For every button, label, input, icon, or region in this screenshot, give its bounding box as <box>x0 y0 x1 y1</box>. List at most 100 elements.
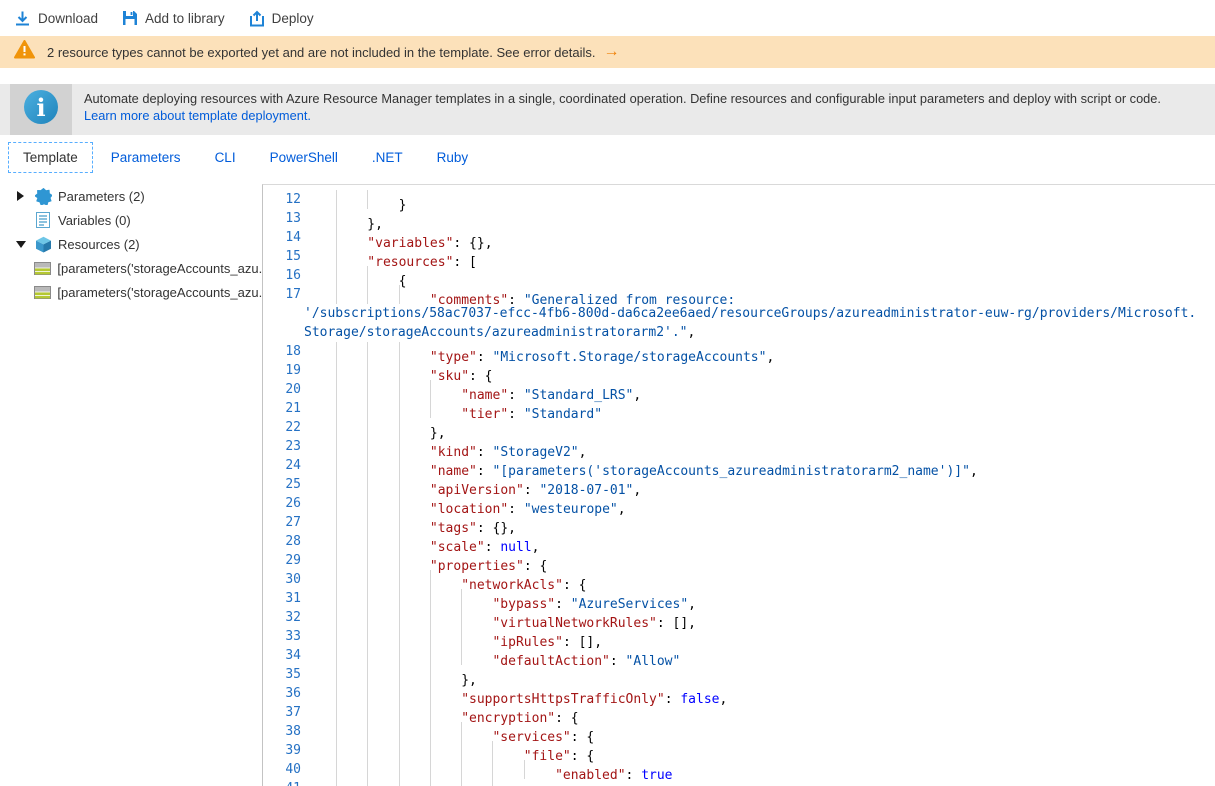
indent-guide <box>430 741 461 760</box>
code-line[interactable]: 16{ <box>263 266 1215 285</box>
code-line[interactable]: 34"defaultAction": "Allow" <box>263 646 1215 665</box>
code-text[interactable]: "file": { <box>311 741 594 760</box>
code-text[interactable]: "enabled": true <box>311 760 673 779</box>
code-line[interactable]: 21"tier": "Standard" <box>263 399 1215 418</box>
tab-dotnet[interactable]: .NET <box>370 143 405 172</box>
code-line[interactable]: 29"properties": { <box>263 551 1215 570</box>
tab-ruby[interactable]: Ruby <box>435 143 471 172</box>
code-line[interactable]: 18"type": "Microsoft.Storage/storageAcco… <box>263 342 1215 361</box>
code-text[interactable]: }, <box>311 665 477 684</box>
code-line[interactable]: 28"scale": null, <box>263 532 1215 551</box>
code-text[interactable]: "type": "Microsoft.Storage/storageAccoun… <box>311 342 774 361</box>
code-line[interactable]: 35}, <box>263 665 1215 684</box>
code-text[interactable]: "ipRules": [], <box>311 627 602 646</box>
code-text[interactable]: Storage/storageAccounts/azureadministrat… <box>279 323 695 342</box>
indent-guide <box>399 760 430 779</box>
code-text[interactable]: "name": "[parameters('storageAccounts_az… <box>311 456 978 475</box>
deploy-button[interactable]: Deploy <box>249 10 314 27</box>
code-line[interactable]: 37"encryption": { <box>263 703 1215 722</box>
indent-guide <box>336 608 367 627</box>
chevron-right-icon[interactable] <box>16 191 30 201</box>
code-line[interactable]: 38"services": { <box>263 722 1215 741</box>
indent-guide <box>367 646 398 665</box>
indent-guide <box>430 608 461 627</box>
code-line[interactable]: 24"name": "[parameters('storageAccounts_… <box>263 456 1215 475</box>
code-line[interactable]: 30"networkAcls": { <box>263 570 1215 589</box>
tree-item-parameters[interactable]: Parameters (2) <box>0 184 262 208</box>
tree-item-variables[interactable]: Variables (0) <box>0 208 262 232</box>
code-line[interactable]: 14"variables": {}, <box>263 228 1215 247</box>
indent-guide <box>367 684 398 703</box>
code-line[interactable]: 33"ipRules": [], <box>263 627 1215 646</box>
line-number: 27 <box>263 513 311 532</box>
code-text[interactable]: "scale": null, <box>311 532 539 551</box>
code-wrap-line[interactable]: Storage/storageAccounts/azureadministrat… <box>263 323 1215 342</box>
code-text[interactable]: "variables": {}, <box>311 228 493 247</box>
code-text[interactable]: } <box>311 190 406 209</box>
code-text[interactable]: "resources": [ <box>311 247 477 266</box>
code-line[interactable]: 23"kind": "StorageV2", <box>263 437 1215 456</box>
code-text[interactable]: "kind": "StorageV2", <box>311 437 586 456</box>
code-text[interactable]: "sku": { <box>311 361 493 380</box>
tree-item-storage-account-1[interactable]: [parameters('storageAccounts_azu... <box>0 256 262 280</box>
code-line[interactable]: 15"resources": [ <box>263 247 1215 266</box>
code-line[interactable]: 40"enabled": true <box>263 760 1215 779</box>
indent-guide <box>367 399 398 418</box>
code-text[interactable]: "name": "Standard_LRS", <box>311 380 641 399</box>
code-line[interactable]: 17"comments": "Generalized from resource… <box>263 285 1215 304</box>
code-text[interactable]: } <box>311 779 532 786</box>
code-text[interactable]: "tags": {}, <box>311 513 516 532</box>
code-line[interactable]: 12} <box>263 190 1215 209</box>
code-text[interactable]: "supportsHttpsTrafficOnly": false, <box>311 684 727 703</box>
tab-powershell[interactable]: PowerShell <box>268 143 340 172</box>
code-text[interactable]: "bypass": "AzureServices", <box>311 589 696 608</box>
code-line[interactable]: 39"file": { <box>263 741 1215 760</box>
code-text[interactable]: }, <box>311 209 383 228</box>
code-text[interactable]: "properties": { <box>311 551 547 570</box>
indent-guide <box>336 760 367 779</box>
code-text[interactable]: "tier": "Standard" <box>311 399 602 418</box>
add-to-library-button[interactable]: Add to library <box>122 10 225 26</box>
code-line[interactable]: 20"name": "Standard_LRS", <box>263 380 1215 399</box>
indent-guide <box>367 475 398 494</box>
learn-more-link[interactable]: Learn more about template deployment. <box>84 108 311 123</box>
code-line[interactable]: 32"virtualNetworkRules": [], <box>263 608 1215 627</box>
code-text[interactable]: { <box>311 266 406 285</box>
tab-template[interactable]: Template <box>8 142 93 173</box>
code-text[interactable]: "networkAcls": { <box>311 570 586 589</box>
code-editor[interactable]: 12}13},14"variables": {},15"resources": … <box>262 184 1215 786</box>
storage-account-icon <box>34 283 51 301</box>
code-line[interactable]: 26"location": "westeurope", <box>263 494 1215 513</box>
code-text[interactable]: "location": "westeurope", <box>311 494 626 513</box>
code-text[interactable]: "defaultAction": "Allow" <box>311 646 680 665</box>
tab-cli[interactable]: CLI <box>213 143 238 172</box>
code-text[interactable]: '/subscriptions/58ac7037-efcc-4fb6-800d-… <box>279 304 1196 323</box>
indent-guide <box>336 627 367 646</box>
code-text[interactable]: "virtualNetworkRules": [], <box>311 608 696 627</box>
code-text[interactable]: "services": { <box>311 722 594 741</box>
error-details-arrow-icon[interactable]: → <box>604 43 620 61</box>
code-text[interactable]: "encryption": { <box>311 703 579 722</box>
tree-item-storage-account-2[interactable]: [parameters('storageAccounts_azu... <box>0 280 262 304</box>
resources-icon <box>34 235 52 253</box>
code-text[interactable]: "comments": "Generalized from resource: <box>311 285 735 304</box>
code-line[interactable]: 22}, <box>263 418 1215 437</box>
code-line[interactable]: 41} <box>263 779 1215 786</box>
line-number: 17 <box>263 285 311 304</box>
code-line[interactable]: 36"supportsHttpsTrafficOnly": false, <box>263 684 1215 703</box>
line-number: 12 <box>263 190 311 209</box>
tab-parameters[interactable]: Parameters <box>109 143 183 172</box>
tree-item-resources[interactable]: Resources (2) <box>0 232 262 256</box>
download-button[interactable]: Download <box>14 10 98 27</box>
indent-guide <box>367 532 398 551</box>
indent-guide <box>336 437 367 456</box>
code-line[interactable]: 31"bypass": "AzureServices", <box>263 589 1215 608</box>
line-number: 15 <box>263 247 311 266</box>
json-key: "enabled" <box>555 768 625 783</box>
json-punctuation: , <box>688 325 696 340</box>
code-text[interactable]: }, <box>311 418 446 437</box>
chevron-down-icon[interactable] <box>16 240 30 248</box>
code-line[interactable]: 27"tags": {}, <box>263 513 1215 532</box>
code-wrap-line[interactable]: '/subscriptions/58ac7037-efcc-4fb6-800d-… <box>263 304 1215 323</box>
code-text[interactable]: "apiVersion": "2018-07-01", <box>311 475 641 494</box>
